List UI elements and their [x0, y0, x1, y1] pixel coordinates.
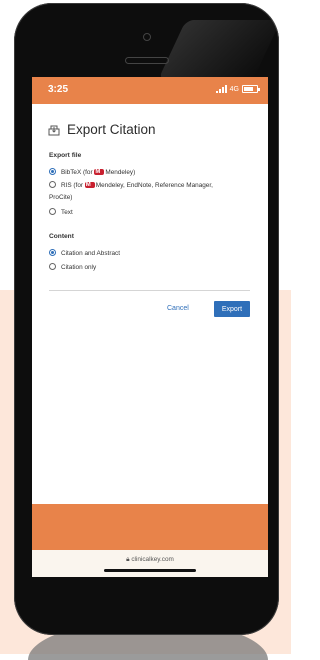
- speaker-grille: [125, 57, 169, 64]
- mendeley-icon: [94, 168, 105, 177]
- footer-banner: [32, 504, 268, 550]
- status-bar: 3:25 4G: [32, 77, 268, 104]
- radio-option-citation-only[interactable]: Citation only: [49, 263, 96, 272]
- radio-option-bibtex[interactable]: BibTeX (for Mendeley): [49, 168, 135, 177]
- camera-icon: [143, 33, 151, 41]
- option-label: Citation and Abstract: [61, 250, 120, 257]
- radio-option-citation-abstract[interactable]: Citation and Abstract: [49, 249, 120, 258]
- dialog-title: Export Citation: [67, 122, 156, 137]
- url-text: 🔒︎ clinicalkey.com: [126, 556, 174, 563]
- browser-url-bar[interactable]: 🔒︎ clinicalkey.com: [32, 550, 268, 577]
- option-label: RIS (for Mendeley, EndNote, Reference Ma…: [61, 181, 213, 190]
- lock-icon: 🔒︎: [126, 556, 130, 563]
- dialog-header: Export Citation: [48, 122, 156, 137]
- status-indicators: 4G: [215, 85, 260, 93]
- radio-option-ris[interactable]: RIS (for Mendeley, EndNote, Reference Ma…: [49, 181, 213, 190]
- battery-icon: [242, 85, 260, 93]
- export-file-heading: Export file: [49, 152, 82, 159]
- option-label-continued: ProCite): [49, 194, 73, 201]
- status-time: 3:25: [48, 84, 69, 95]
- export-button[interactable]: Export: [214, 301, 250, 317]
- radio-option-text[interactable]: Text: [49, 208, 73, 217]
- option-label: BibTeX (for Mendeley): [61, 168, 135, 177]
- radio-button-selected[interactable]: [49, 249, 56, 256]
- radio-button[interactable]: [49, 263, 56, 270]
- mendeley-icon: [84, 181, 95, 190]
- radio-button[interactable]: [49, 208, 56, 215]
- option-label: Text: [61, 209, 73, 216]
- phone-screen: 3:25 4G Export Citation Export file BibT…: [32, 77, 268, 577]
- signal-icon: [215, 85, 227, 93]
- content-heading: Content: [49, 233, 74, 240]
- radio-button[interactable]: [49, 181, 56, 188]
- divider: [49, 290, 250, 291]
- cancel-button[interactable]: Cancel: [167, 305, 189, 312]
- home-indicator[interactable]: [104, 569, 196, 572]
- network-label: 4G: [229, 85, 239, 93]
- option-label: Citation only: [61, 264, 97, 271]
- export-icon: [48, 125, 60, 135]
- radio-button-selected[interactable]: [49, 168, 56, 175]
